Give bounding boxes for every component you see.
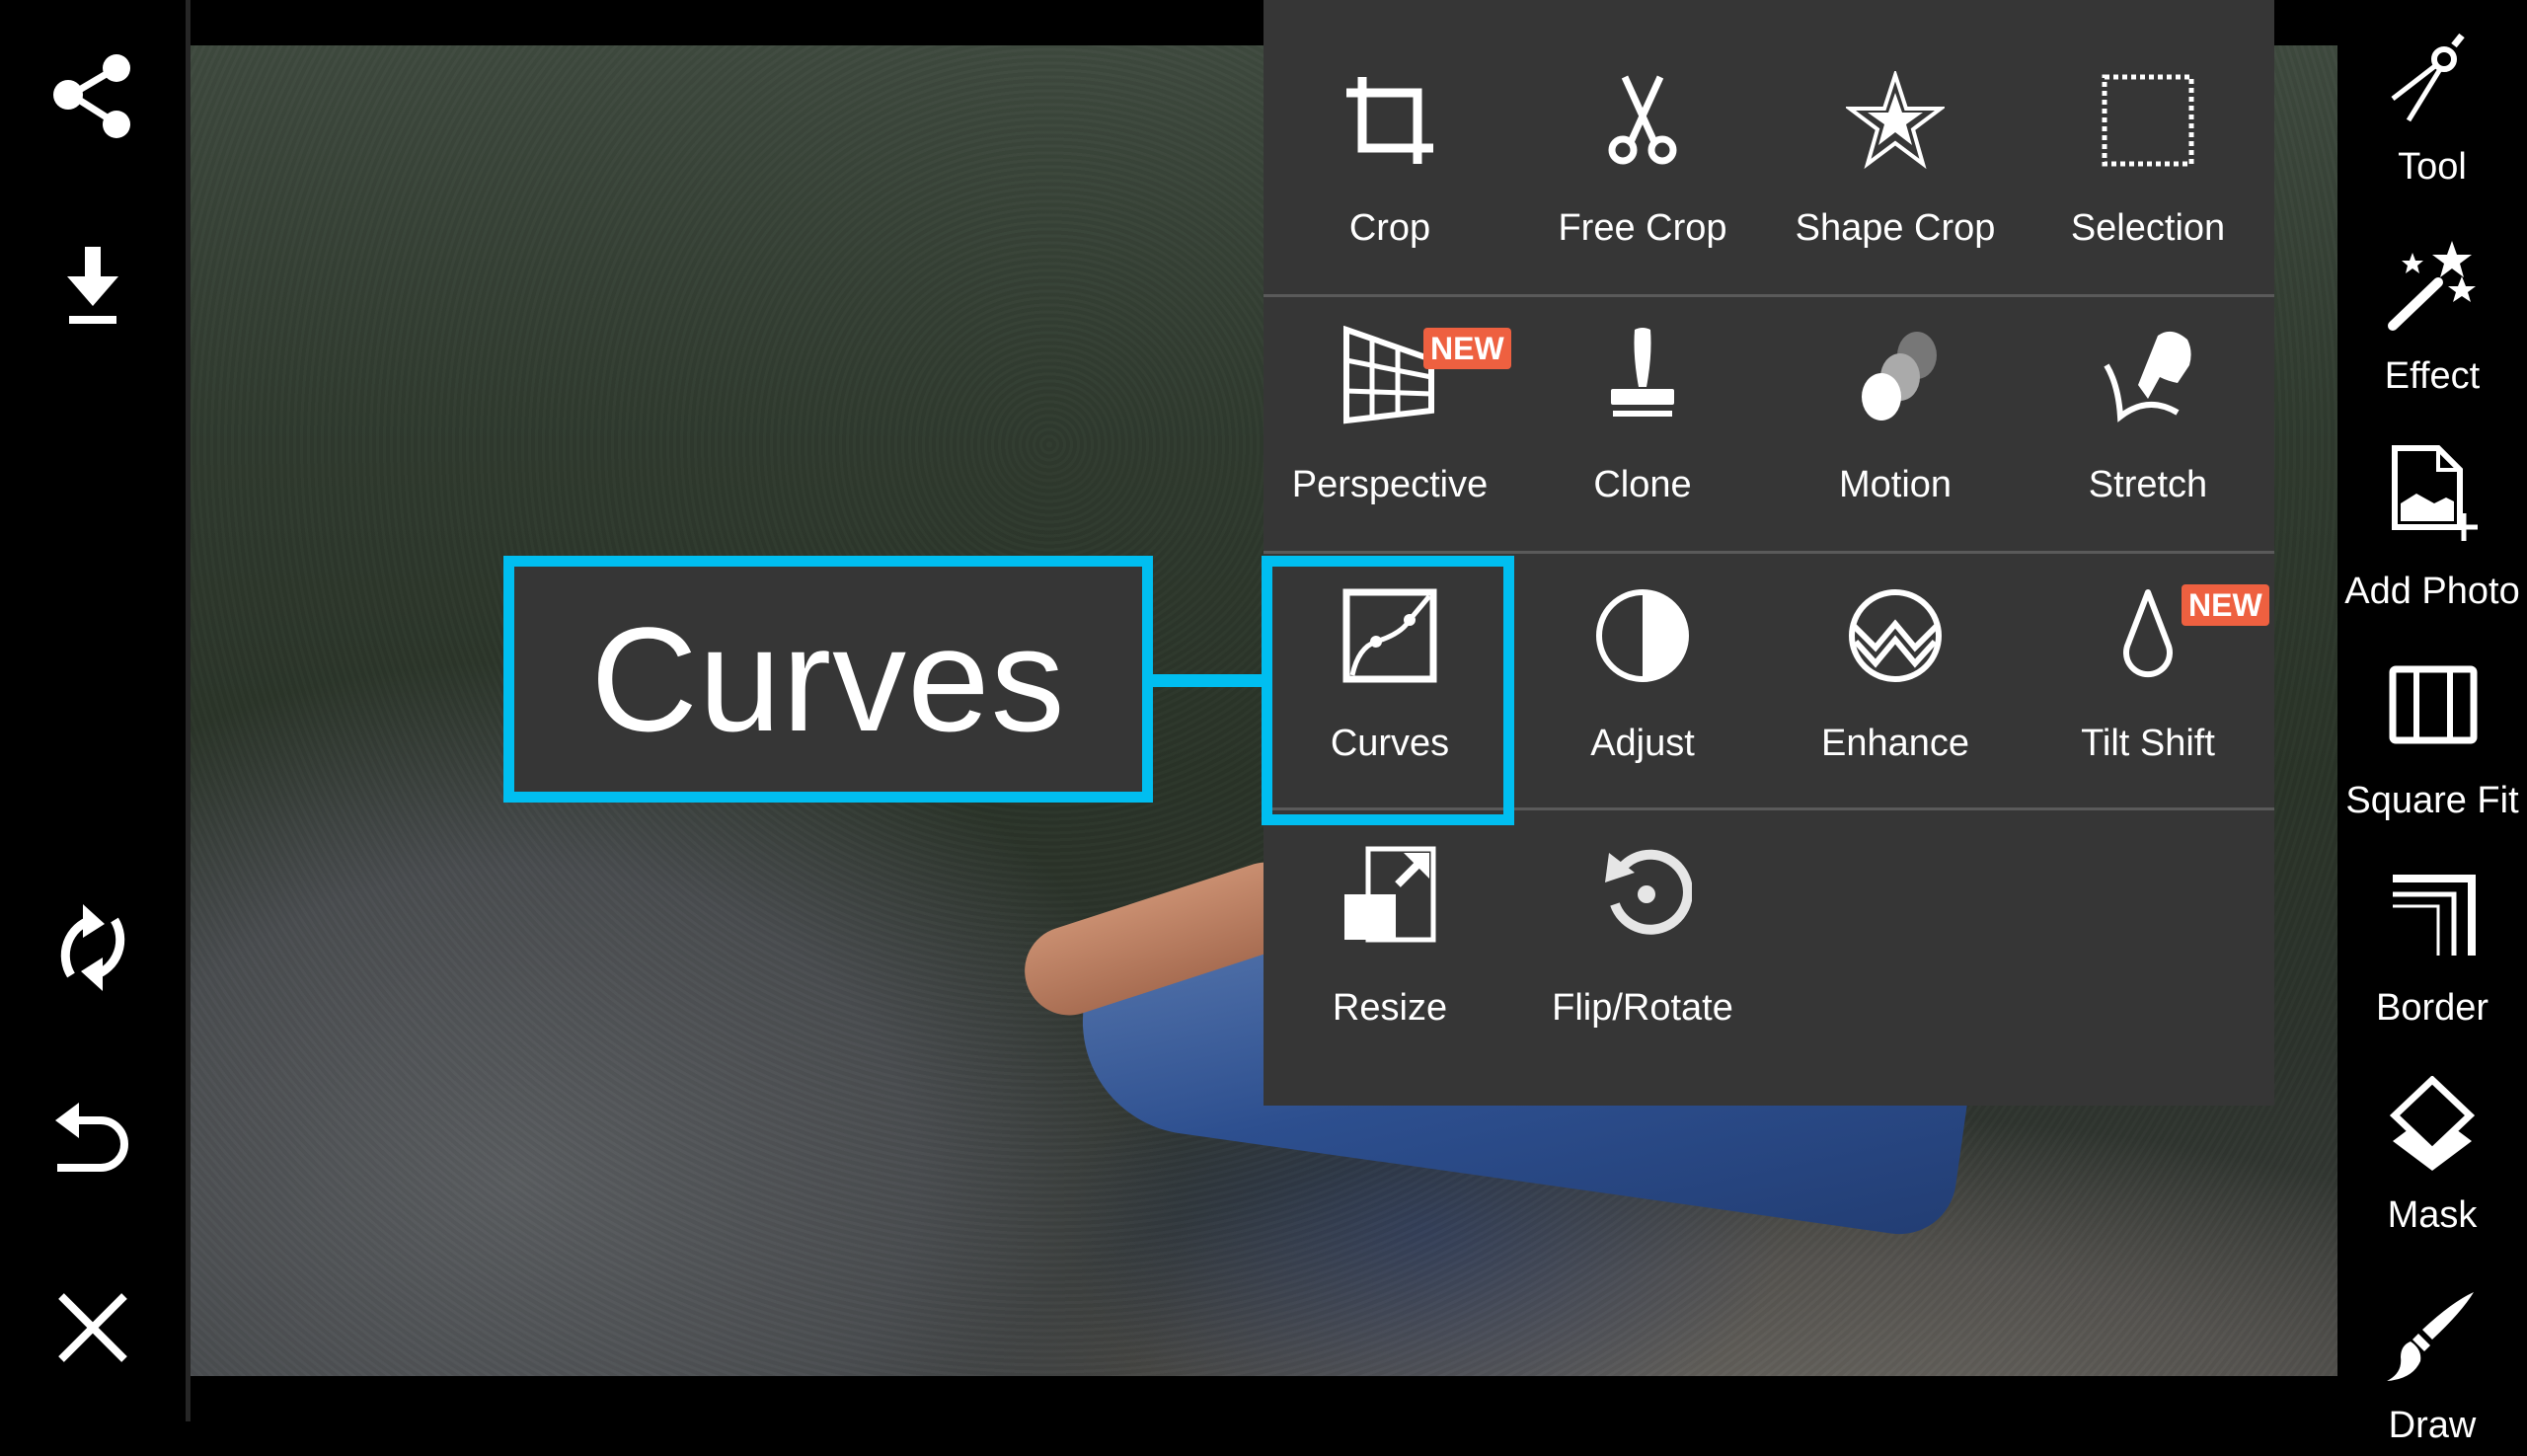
enhance-icon <box>1849 589 1942 682</box>
close-icon <box>58 1293 127 1362</box>
scissors-icon <box>1608 75 1677 165</box>
tool-stretch[interactable]: Stretch <box>2022 296 2274 553</box>
brush-icon <box>2387 1292 2474 1381</box>
curves-selected-highlight <box>1262 556 1514 825</box>
tool-shape-crop[interactable]: Shape Crop <box>1769 0 2022 296</box>
stamp-icon <box>1611 328 1674 417</box>
sidebar-item-add-photo[interactable]: Add Photo <box>2337 444 2527 622</box>
download-icon <box>67 247 118 324</box>
sidebar-label: Draw <box>2388 1405 2477 1446</box>
right-toolbar: Tool Effect Add Photo Square Fit Border <box>2337 0 2527 1446</box>
download-button[interactable] <box>34 225 152 344</box>
square-fit-icon <box>2389 665 2478 744</box>
tool-clone[interactable]: Clone <box>1516 296 1769 553</box>
compass-icon <box>2391 33 2465 122</box>
mask-layers-icon <box>2389 1075 2476 1171</box>
sidebar-item-square-fit[interactable]: Square Fit <box>2337 661 2527 829</box>
tool-enhance[interactable]: Enhance <box>1769 553 2022 809</box>
tool-resize[interactable]: Resize <box>1264 809 1516 1106</box>
stretch-hand-icon <box>2104 331 2191 422</box>
tool-label: Tilt Shift <box>2081 723 2215 764</box>
refresh-button[interactable] <box>34 888 152 1007</box>
tool-label: Crop <box>1348 207 1431 249</box>
left-toolbar <box>0 0 186 1421</box>
sidebar-item-tool[interactable]: Tool <box>2337 30 2527 197</box>
star-icon <box>1844 68 1947 170</box>
sidebar-label: Square Fit <box>2345 780 2519 821</box>
tool-label: Selection <box>2070 207 2226 249</box>
tool-label: Enhance <box>1820 723 1969 764</box>
new-badge: NEW <box>2182 584 2269 626</box>
tool-menu-row: Resize Flip/Rotate <box>1264 809 2274 1106</box>
new-badge: NEW <box>1423 328 1511 369</box>
undo-button[interactable] <box>34 1081 152 1199</box>
tool-crop[interactable]: Crop <box>1264 0 1516 296</box>
rotate-icon <box>1605 849 1693 935</box>
sidebar-item-draw[interactable]: Draw <box>2337 1288 2527 1456</box>
tool-label: Shape Crop <box>1795 207 1996 249</box>
close-button[interactable] <box>34 1268 152 1387</box>
tool-label: Flip/Rotate <box>1552 987 1733 1029</box>
sidebar-item-mask[interactable]: Mask <box>2337 1075 2527 1244</box>
tool-adjust[interactable]: Adjust <box>1516 553 1769 809</box>
add-photo-icon <box>2392 445 2478 541</box>
callout-label: Curves <box>590 595 1066 762</box>
tool-motion[interactable]: Motion <box>1769 296 2022 553</box>
resize-icon <box>1344 846 1436 943</box>
motion-circles-icon <box>1862 332 1937 421</box>
tool-label: Stretch <box>2088 464 2208 505</box>
tool-label: Perspective <box>1291 464 1489 505</box>
tool-tilt-shift[interactable]: NEW Tilt Shift <box>2022 553 2274 809</box>
magic-wand-icon <box>2388 241 2476 331</box>
tool-label: Resize <box>1332 987 1448 1029</box>
dotted-selection-icon <box>2102 74 2194 167</box>
tool-label: Free Crop <box>1558 207 1727 249</box>
tool-menu: Crop Free Crop Shape Crop Selection NEW … <box>1264 0 2274 1106</box>
share-button[interactable] <box>34 38 152 156</box>
sidebar-item-border[interactable]: Border <box>2337 869 2527 1036</box>
refresh-icon <box>60 904 125 991</box>
tool-free-crop[interactable]: Free Crop <box>1516 0 1769 296</box>
sidebar-label: Mask <box>2387 1194 2478 1236</box>
tool-menu-row: Crop Free Crop Shape Crop Selection <box>1264 0 2274 296</box>
tool-selection[interactable]: Selection <box>2022 0 2274 296</box>
tool-label: Motion <box>1838 464 1953 505</box>
sidebar-label: Tool <box>2398 146 2467 188</box>
tool-menu-row: NEW Perspective Clone Motion Stretch <box>1264 296 2274 553</box>
tool-label: Clone <box>1593 464 1692 505</box>
sidebar-item-effect[interactable]: Effect <box>2337 237 2527 405</box>
sidebar-label: Add Photo <box>2344 571 2520 612</box>
crop-icon <box>1346 77 1433 164</box>
share-icon <box>53 54 130 138</box>
undo-icon <box>55 1103 128 1172</box>
callout-connector <box>1153 674 1264 687</box>
sidebar-label: Effect <box>2384 355 2481 397</box>
curves-callout: Curves <box>503 556 1153 803</box>
tool-perspective[interactable]: NEW Perspective <box>1264 296 1516 553</box>
border-icon <box>2393 875 2476 956</box>
sidebar-label: Border <box>2375 987 2489 1029</box>
tool-label: Adjust <box>1590 723 1695 764</box>
contrast-icon <box>1596 589 1689 682</box>
tool-flip-rotate[interactable]: Flip/Rotate <box>1516 809 1769 1106</box>
